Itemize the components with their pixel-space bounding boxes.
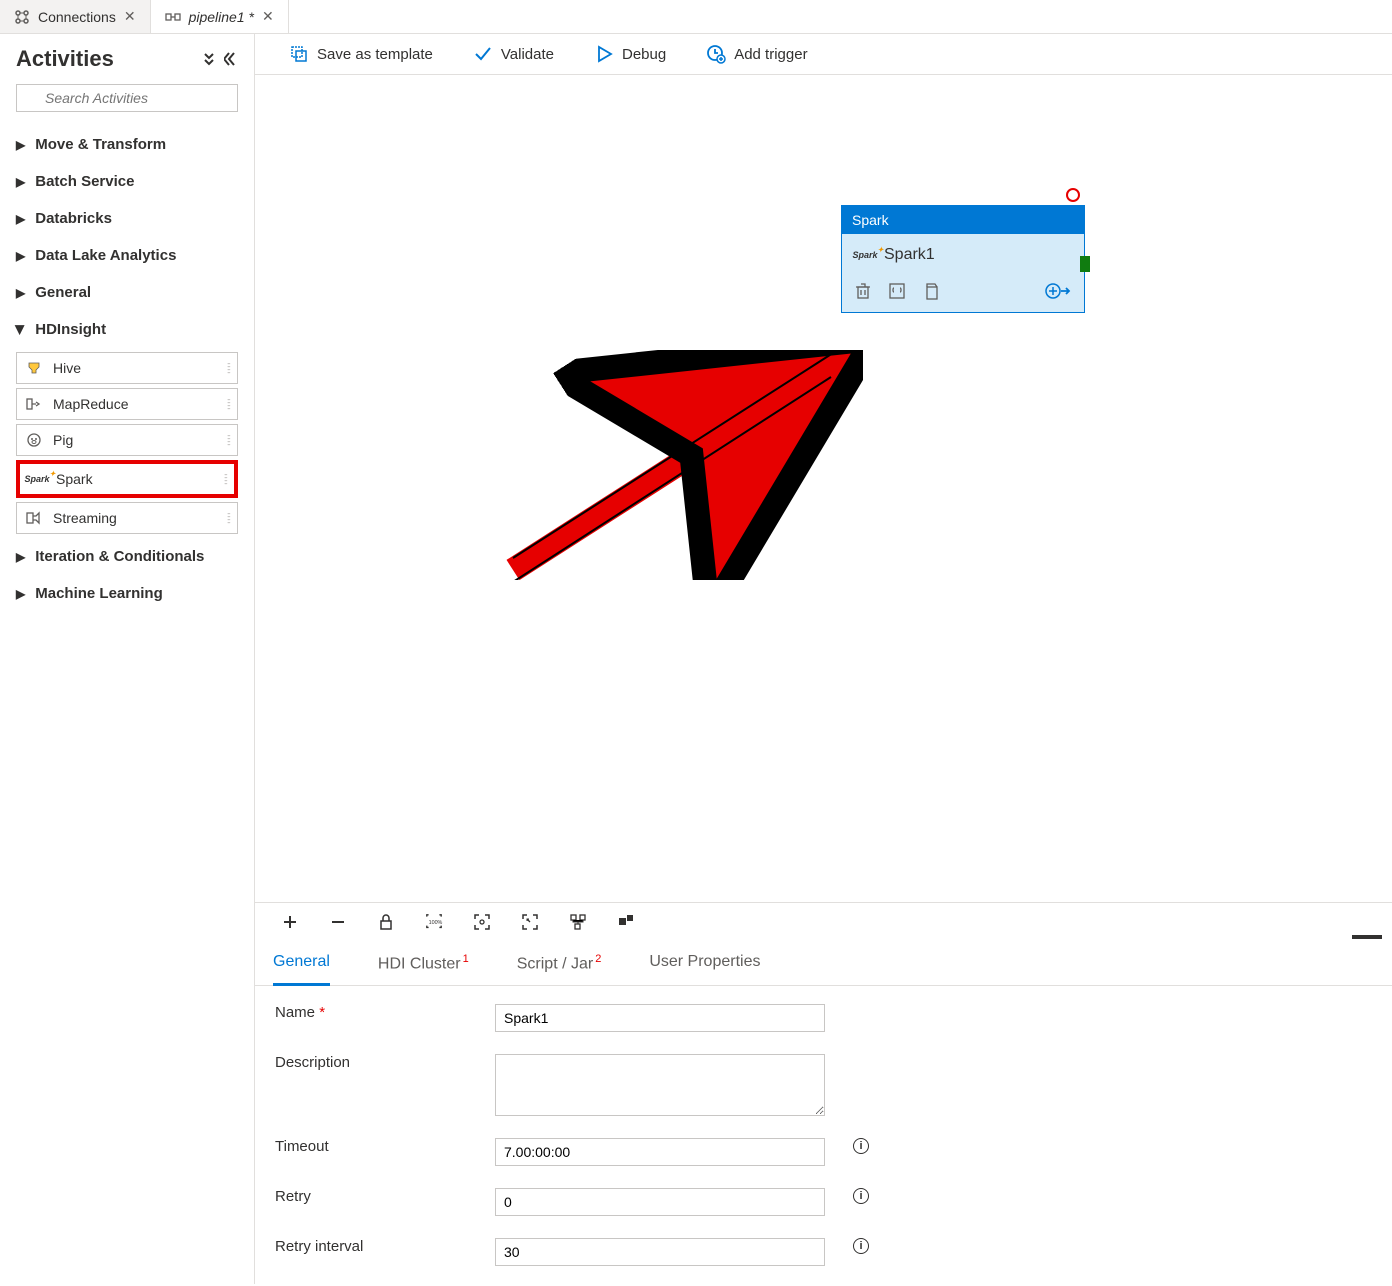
name-label: Name * (275, 1004, 475, 1021)
retry-interval-input[interactable] (495, 1238, 825, 1266)
grip-icon: ⦙⦙ (227, 360, 229, 377)
spark-icon: Spark (856, 246, 874, 264)
property-tabs: General HDI Cluster1 Script / Jar2 User … (255, 941, 1392, 986)
name-input[interactable] (495, 1004, 825, 1032)
properties-form: Name * Description Timeout i Retry i Ret… (255, 986, 1392, 1284)
info-icon[interactable]: i (853, 1138, 869, 1154)
connections-icon (14, 9, 30, 25)
activity-pig[interactable]: Pig ⦙⦙ (16, 424, 238, 456)
tab-user-properties[interactable]: User Properties (649, 941, 760, 985)
close-icon[interactable]: ✕ (124, 8, 136, 25)
category-batch-service[interactable]: ▶Batch Service (16, 163, 238, 200)
category-iteration[interactable]: ▶Iteration & Conditionals (16, 538, 238, 575)
tab-label: Connections (38, 9, 116, 25)
validate-button[interactable]: Validate (473, 44, 554, 64)
tab-script-jar[interactable]: Script / Jar2 (517, 941, 602, 985)
code-icon[interactable] (888, 282, 906, 300)
delete-icon[interactable] (854, 282, 872, 300)
activity-hive[interactable]: Hive ⦙⦙ (16, 352, 238, 384)
zoom-in-icon[interactable] (281, 913, 299, 931)
pipeline-icon (165, 9, 181, 25)
auto-layout-icon[interactable] (569, 913, 587, 931)
tabs-bar: Connections ✕ pipeline1 * ✕ (0, 0, 1392, 34)
spark-icon: Spark (28, 470, 46, 488)
activity-spark[interactable]: Spark Spark ⦙⦙ (16, 460, 238, 498)
category-ml[interactable]: ▶Machine Learning (16, 575, 238, 612)
sidebar-title: Activities (16, 46, 114, 72)
pipeline-toolbar: Save as template Validate Debug Add trig… (255, 34, 1392, 75)
retry-label: Retry (275, 1188, 475, 1205)
grip-icon: ⦙⦙ (227, 432, 229, 449)
category-databricks[interactable]: ▶Databricks (16, 200, 238, 237)
collapse-sidebar-icon[interactable] (224, 52, 238, 66)
tab-label: pipeline1 * (189, 9, 254, 25)
timeout-input[interactable] (495, 1138, 825, 1166)
spark-activity-node[interactable]: Spark Spark Spark1 (841, 205, 1085, 313)
tab-connections[interactable]: Connections ✕ (0, 0, 151, 33)
tab-hdi-cluster[interactable]: HDI Cluster1 (378, 941, 469, 985)
category-data-lake[interactable]: ▶Data Lake Analytics (16, 237, 238, 274)
svg-text:100%: 100% (429, 919, 443, 925)
hive-icon (25, 359, 43, 377)
lock-icon[interactable] (377, 913, 395, 931)
add-output-icon[interactable] (1044, 282, 1072, 300)
collapse-all-icon[interactable] (202, 52, 216, 66)
category-move-transform[interactable]: ▶Move & Transform (16, 126, 238, 163)
annotation-arrow (503, 350, 863, 580)
activities-sidebar: Activities ▶Move & Transform ▶Batch Serv… (0, 34, 255, 1284)
pipeline-canvas[interactable]: Spark Spark Spark1 (255, 75, 1392, 902)
zoom-100-icon[interactable]: 100% (425, 913, 443, 931)
grip-icon: ⦙⦙ (227, 396, 229, 413)
category-general[interactable]: ▶General (16, 274, 238, 311)
grip-icon: ⦙⦙ (227, 510, 229, 527)
status-indicator-icon (1066, 188, 1080, 202)
pig-icon (25, 431, 43, 449)
fullscreen-icon[interactable] (521, 913, 539, 931)
node-name: Spark1 (884, 246, 935, 264)
grip-icon: ⦙⦙ (224, 471, 226, 488)
minimap-icon[interactable] (617, 913, 635, 931)
resize-handle[interactable] (1352, 935, 1382, 939)
activity-streaming[interactable]: Streaming ⦙⦙ (16, 502, 238, 534)
info-icon[interactable]: i (853, 1238, 869, 1254)
node-type-label: Spark (842, 206, 1084, 234)
mapreduce-icon (25, 395, 43, 413)
search-activities-input[interactable] (16, 84, 238, 112)
zoom-out-icon[interactable] (329, 913, 347, 931)
retry-interval-label: Retry interval (275, 1238, 475, 1255)
tab-general[interactable]: General (273, 941, 330, 985)
timeout-label: Timeout (275, 1138, 475, 1155)
info-icon[interactable]: i (853, 1188, 869, 1204)
description-label: Description (275, 1054, 475, 1071)
streaming-icon (25, 509, 43, 527)
copy-icon[interactable] (922, 282, 940, 300)
zoom-fit-icon[interactable] (473, 913, 491, 931)
close-icon[interactable]: ✕ (262, 8, 274, 25)
canvas-toolbar: 100% (255, 902, 1392, 941)
category-hdinsight[interactable]: ▶HDInsight (16, 311, 238, 348)
activity-mapreduce[interactable]: MapReduce ⦙⦙ (16, 388, 238, 420)
description-input[interactable] (495, 1054, 825, 1116)
tab-pipeline[interactable]: pipeline1 * ✕ (151, 0, 289, 33)
add-trigger-button[interactable]: Add trigger (706, 44, 807, 64)
save-template-button[interactable]: Save as template (289, 44, 433, 64)
output-handle[interactable] (1080, 256, 1090, 272)
retry-input[interactable] (495, 1188, 825, 1216)
debug-button[interactable]: Debug (594, 44, 666, 64)
